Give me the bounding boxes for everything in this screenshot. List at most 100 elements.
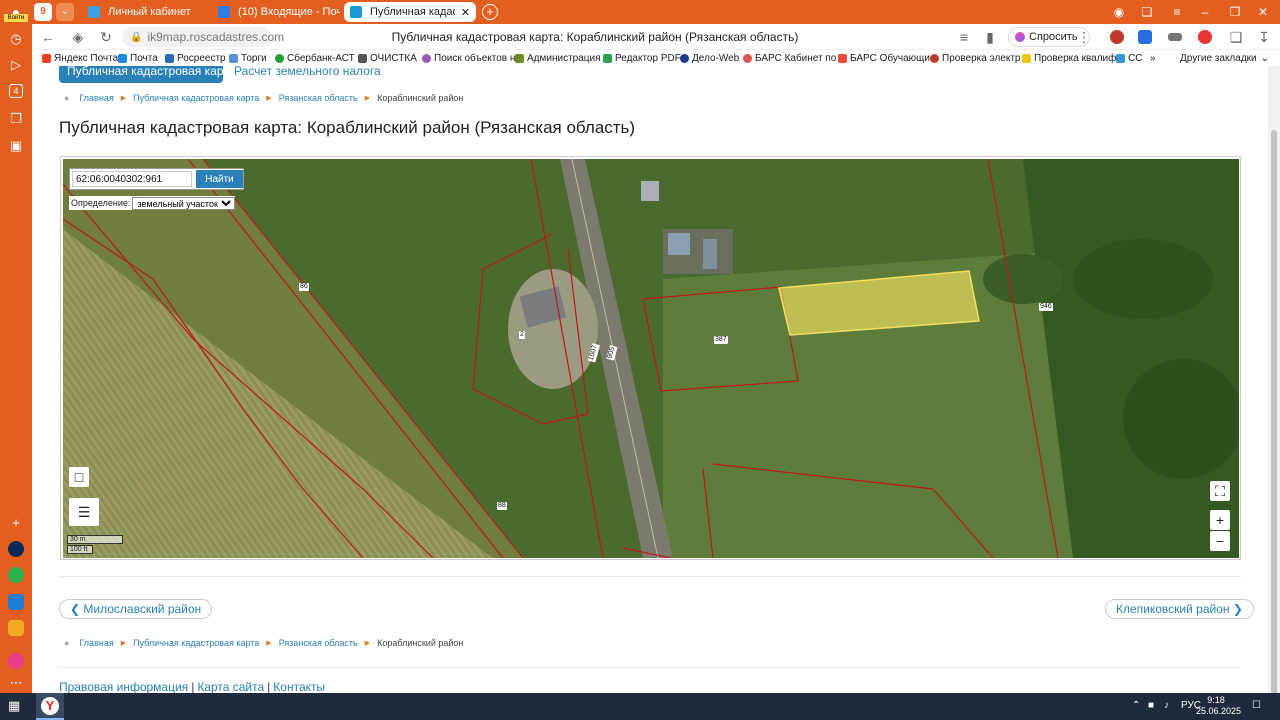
- yandex-mail-icon: [42, 53, 51, 63]
- breadcrumb-map[interactable]: Публичная кадастровая карта: [133, 93, 259, 103]
- chevron-left-icon: ❮: [70, 602, 81, 616]
- add-icon[interactable]: +: [7, 513, 25, 531]
- extension-1-icon[interactable]: [1110, 30, 1124, 44]
- bookmark-item[interactable]: Поиск объектов н: [422, 52, 515, 64]
- zoom-out-button[interactable]: −: [1210, 531, 1230, 551]
- torgi-icon: [229, 53, 238, 63]
- measure-tool-icon[interactable]: □: [69, 467, 89, 487]
- bookmark-icon[interactable]: ▮: [982, 29, 998, 45]
- bookmark-window-icon[interactable]: ❏: [1138, 4, 1156, 20]
- play-icon[interactable]: ▷: [7, 56, 25, 74]
- layers-icon[interactable]: ☰: [69, 498, 99, 526]
- zoom-in-button[interactable]: +: [1210, 510, 1230, 530]
- tabs-dropdown-icon[interactable]: ⌄: [56, 3, 74, 21]
- sitemap-link[interactable]: Карта сайта: [197, 680, 264, 693]
- bookmark-item[interactable]: Сбербанк-АСТ: [275, 52, 355, 64]
- network-icon[interactable]: ■: [1148, 700, 1154, 711]
- definition-select[interactable]: земельный участок: [132, 196, 236, 210]
- clock-date: 25.06.2025: [1196, 706, 1242, 716]
- restore-button[interactable]: ❐: [1226, 4, 1244, 20]
- tab-counter-badge[interactable]: 4: [9, 84, 23, 98]
- more-menu-icon[interactable]: ⋮: [1076, 29, 1092, 45]
- page-scrollbar[interactable]: [1268, 66, 1280, 710]
- next-district-button[interactable]: Клепиковский район ❯: [1105, 599, 1254, 619]
- alice-icon[interactable]: [8, 653, 24, 669]
- bookmark-item[interactable]: Яндекс Почта: [42, 52, 118, 64]
- bookmark-item[interactable]: Проверка квалиф: [1022, 52, 1116, 64]
- fullscreen-icon[interactable]: ⛶: [1210, 481, 1230, 501]
- downloads-panel-icon[interactable]: ❏: [1228, 29, 1244, 45]
- address-bar: ← ◈ ↻ 🔒 ik9map.roscadastres.com Публична…: [32, 24, 1280, 50]
- bookmark-item[interactable]: Почта: [118, 52, 158, 64]
- windows-start-icon[interactable]: ▦: [8, 699, 22, 713]
- breadcrumb-region[interactable]: Рязанская область: [279, 93, 358, 103]
- close-window-button[interactable]: ✕: [1254, 4, 1272, 20]
- satellite-map-image: [63, 159, 1239, 558]
- yandex-ext-icon[interactable]: ◉: [1110, 4, 1128, 20]
- extension-4-icon[interactable]: [1198, 30, 1212, 44]
- tabs-count-icon[interactable]: 9: [34, 3, 52, 21]
- tab-favicon-icon: [218, 6, 230, 18]
- tab-close-icon[interactable]: ✕: [455, 6, 470, 19]
- legal-info-link[interactable]: Правовая информация: [59, 680, 188, 693]
- download-icon[interactable]: ↧: [1256, 29, 1272, 45]
- location-pin-icon: ●: [64, 638, 70, 648]
- bookmark-item[interactable]: Администрация: [515, 52, 601, 64]
- breadcrumb-home[interactable]: Главная: [79, 93, 113, 103]
- menu-icon[interactable]: ≡: [1168, 4, 1186, 20]
- reload-button[interactable]: ↻: [98, 29, 114, 45]
- tab-personal-cabinet[interactable]: Личный кабинет: [82, 2, 210, 22]
- collections-icon[interactable]: ❐: [7, 110, 25, 128]
- volume-icon[interactable]: ♪: [1164, 700, 1169, 711]
- find-button[interactable]: Найти: [196, 170, 243, 188]
- bookmark-item[interactable]: Росреестр: [165, 52, 226, 64]
- breadcrumb-map[interactable]: Публичная кадастровая карта: [133, 638, 259, 648]
- screenshot-icon[interactable]: ▣: [7, 137, 25, 155]
- other-bookmarks-folder[interactable]: Другие закладки ⌄: [1180, 52, 1269, 64]
- yandex-browser-taskbar-button[interactable]: Y: [36, 693, 64, 720]
- new-tab-button[interactable]: +: [482, 4, 498, 20]
- prev-district-button[interactable]: ❮ Милославский район: [59, 599, 213, 619]
- breadcrumb-home[interactable]: Главная: [79, 638, 113, 648]
- breadcrumb-bottom: ● Главная ▶ Публичная кадастровая карта …: [64, 636, 463, 650]
- notifications-icon[interactable]: ☐: [1252, 700, 1261, 711]
- check-app-icon[interactable]: [8, 567, 24, 583]
- definition-label: Определение:: [71, 198, 131, 208]
- bookmark-item[interactable]: Проверка электр: [930, 52, 1020, 64]
- back-button[interactable]: ←: [40, 29, 56, 45]
- bookmark-item[interactable]: БАРС Обучающи: [838, 52, 930, 64]
- history-icon[interactable]: ◷: [7, 30, 25, 48]
- app-blue-icon[interactable]: [8, 594, 24, 610]
- cadastral-map[interactable]: 86 2 1007 905 387 946 88 Найти Определен…: [63, 159, 1239, 558]
- bookmark-item[interactable]: СС: [1116, 52, 1142, 64]
- tab-cadastral-map[interactable]: Публичная кадастровая карта: Кораблински…: [344, 2, 476, 22]
- bookmark-item[interactable]: БАРС Кабинет по: [743, 52, 836, 64]
- extension-2-icon[interactable]: [1138, 30, 1152, 44]
- more-dots-icon[interactable]: ⋯: [7, 674, 25, 692]
- login-label[interactable]: Войти: [4, 14, 28, 22]
- bookmark-item[interactable]: Дело-Web: [680, 52, 739, 64]
- tab-mail-inbox[interactable]: (10) Входящие - Почта: [212, 2, 340, 22]
- scrollbar-thumb[interactable]: [1271, 130, 1277, 710]
- breadcrumb-region[interactable]: Рязанская область: [279, 638, 358, 648]
- bookmark-item[interactable]: Редактор PDF: [603, 52, 681, 64]
- yandex-protect-icon[interactable]: ◈: [70, 29, 86, 45]
- extension-3-icon[interactable]: [1168, 33, 1182, 41]
- cadastral-number-input[interactable]: [72, 171, 192, 187]
- bookmarks-more-button[interactable]: »: [1150, 52, 1156, 64]
- tray-chevron-up-icon[interactable]: ⌃: [1132, 700, 1140, 711]
- app-orange-icon[interactable]: [8, 620, 24, 636]
- page-title: Публичная кадастровая карта: Кораблински…: [59, 118, 636, 137]
- tab-cadastral-map-link[interactable]: Публичная кадастровая карта: [59, 66, 235, 83]
- minimize-button[interactable]: –: [1196, 4, 1214, 20]
- tab-land-tax-link[interactable]: Расчет земельного налога: [234, 66, 381, 83]
- bookmark-item[interactable]: ОЧИСТКА: [358, 52, 417, 64]
- bookmark-item[interactable]: Торги: [229, 52, 267, 64]
- app-o-icon[interactable]: [8, 541, 24, 557]
- url-field[interactable]: 🔒 ik9map.roscadastres.com: [122, 27, 284, 47]
- system-clock[interactable]: 9:18 25.06.2025: [1196, 695, 1242, 717]
- contacts-link[interactable]: Контакты: [273, 680, 325, 693]
- tab-favicon-icon: [350, 6, 362, 18]
- browser-sidebar: ● Войти ◷ ▷ 4 ❐ ▣ + ⋯: [0, 0, 32, 693]
- reader-mode-icon[interactable]: ≡: [956, 29, 972, 45]
